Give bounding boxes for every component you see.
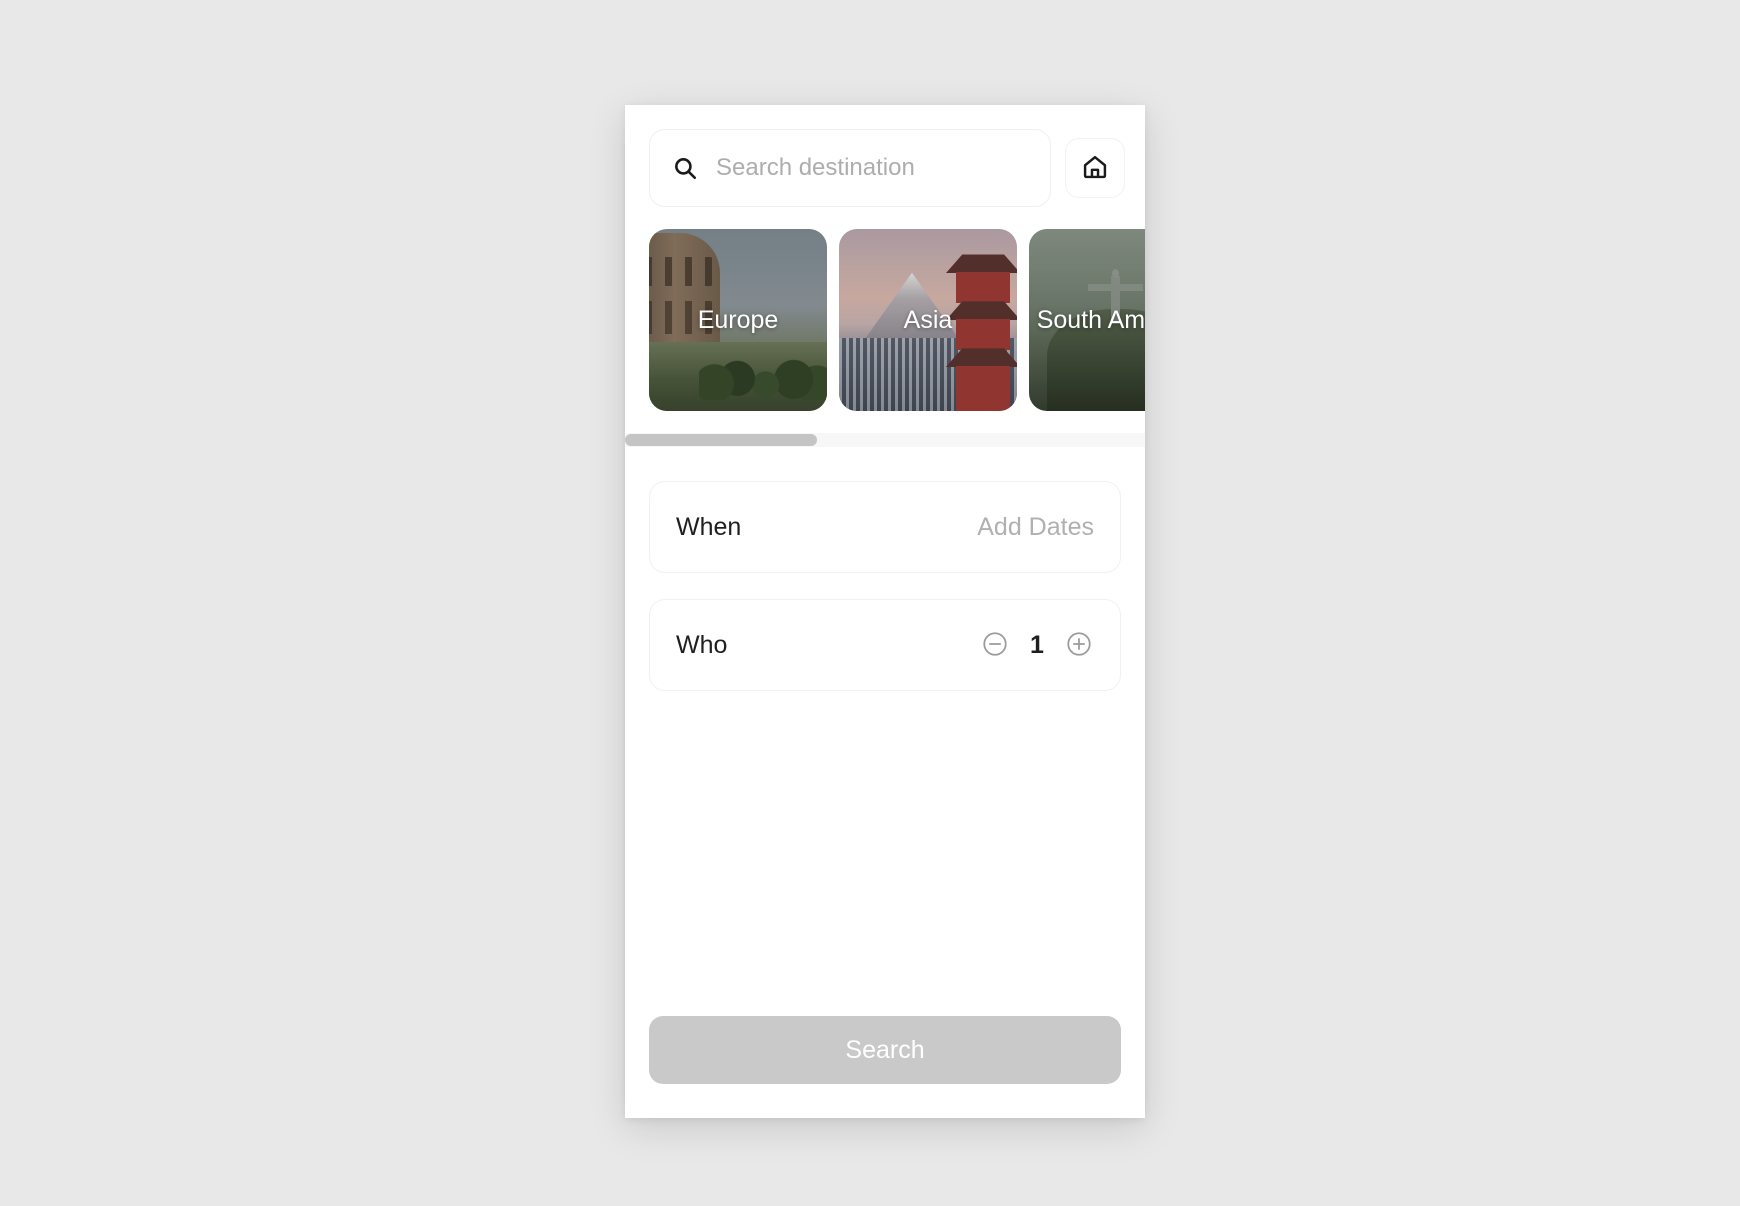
destination-card-label: South America — [1036, 305, 1145, 334]
when-option-card[interactable]: When Add Dates — [649, 481, 1121, 573]
footer-section: Search — [625, 1016, 1145, 1118]
page-background: Europe Asia — [0, 0, 1740, 1206]
destination-card-asia[interactable]: Asia — [839, 229, 1017, 411]
guest-stepper: 1 — [980, 630, 1094, 660]
minus-circle-icon — [981, 630, 1009, 661]
search-row — [625, 105, 1145, 207]
mobile-app-panel: Europe Asia — [625, 105, 1145, 1118]
guest-count: 1 — [1030, 630, 1044, 659]
carousel-scrollbar-track[interactable] — [625, 433, 1145, 447]
search-field-container[interactable] — [649, 129, 1051, 207]
plus-circle-icon — [1065, 630, 1093, 661]
who-label: Who — [676, 630, 728, 659]
when-label: When — [676, 512, 742, 541]
search-icon — [672, 155, 698, 181]
increment-guests-button[interactable] — [1064, 630, 1094, 660]
carousel-scrollbar-thumb[interactable] — [625, 434, 818, 446]
search-submit-button[interactable]: Search — [649, 1016, 1121, 1084]
decrement-guests-button[interactable] — [980, 630, 1010, 660]
home-icon — [1081, 153, 1109, 184]
destination-card-europe[interactable]: Europe — [649, 229, 827, 411]
destination-card-label: Europe — [697, 305, 779, 334]
who-option-card[interactable]: Who 1 — [649, 599, 1121, 691]
search-input[interactable] — [714, 153, 1028, 183]
destination-card-south-america[interactable]: South America — [1029, 229, 1145, 411]
home-button[interactable] — [1065, 138, 1125, 198]
destination-carousel[interactable]: Europe Asia South Am — [625, 229, 1145, 411]
destination-carousel-wrapper: Europe Asia South Am — [625, 229, 1145, 411]
options-section: When Add Dates Who 1 — [625, 447, 1145, 691]
add-dates-value[interactable]: Add Dates — [977, 513, 1094, 542]
destination-card-label: Asia — [903, 305, 953, 334]
